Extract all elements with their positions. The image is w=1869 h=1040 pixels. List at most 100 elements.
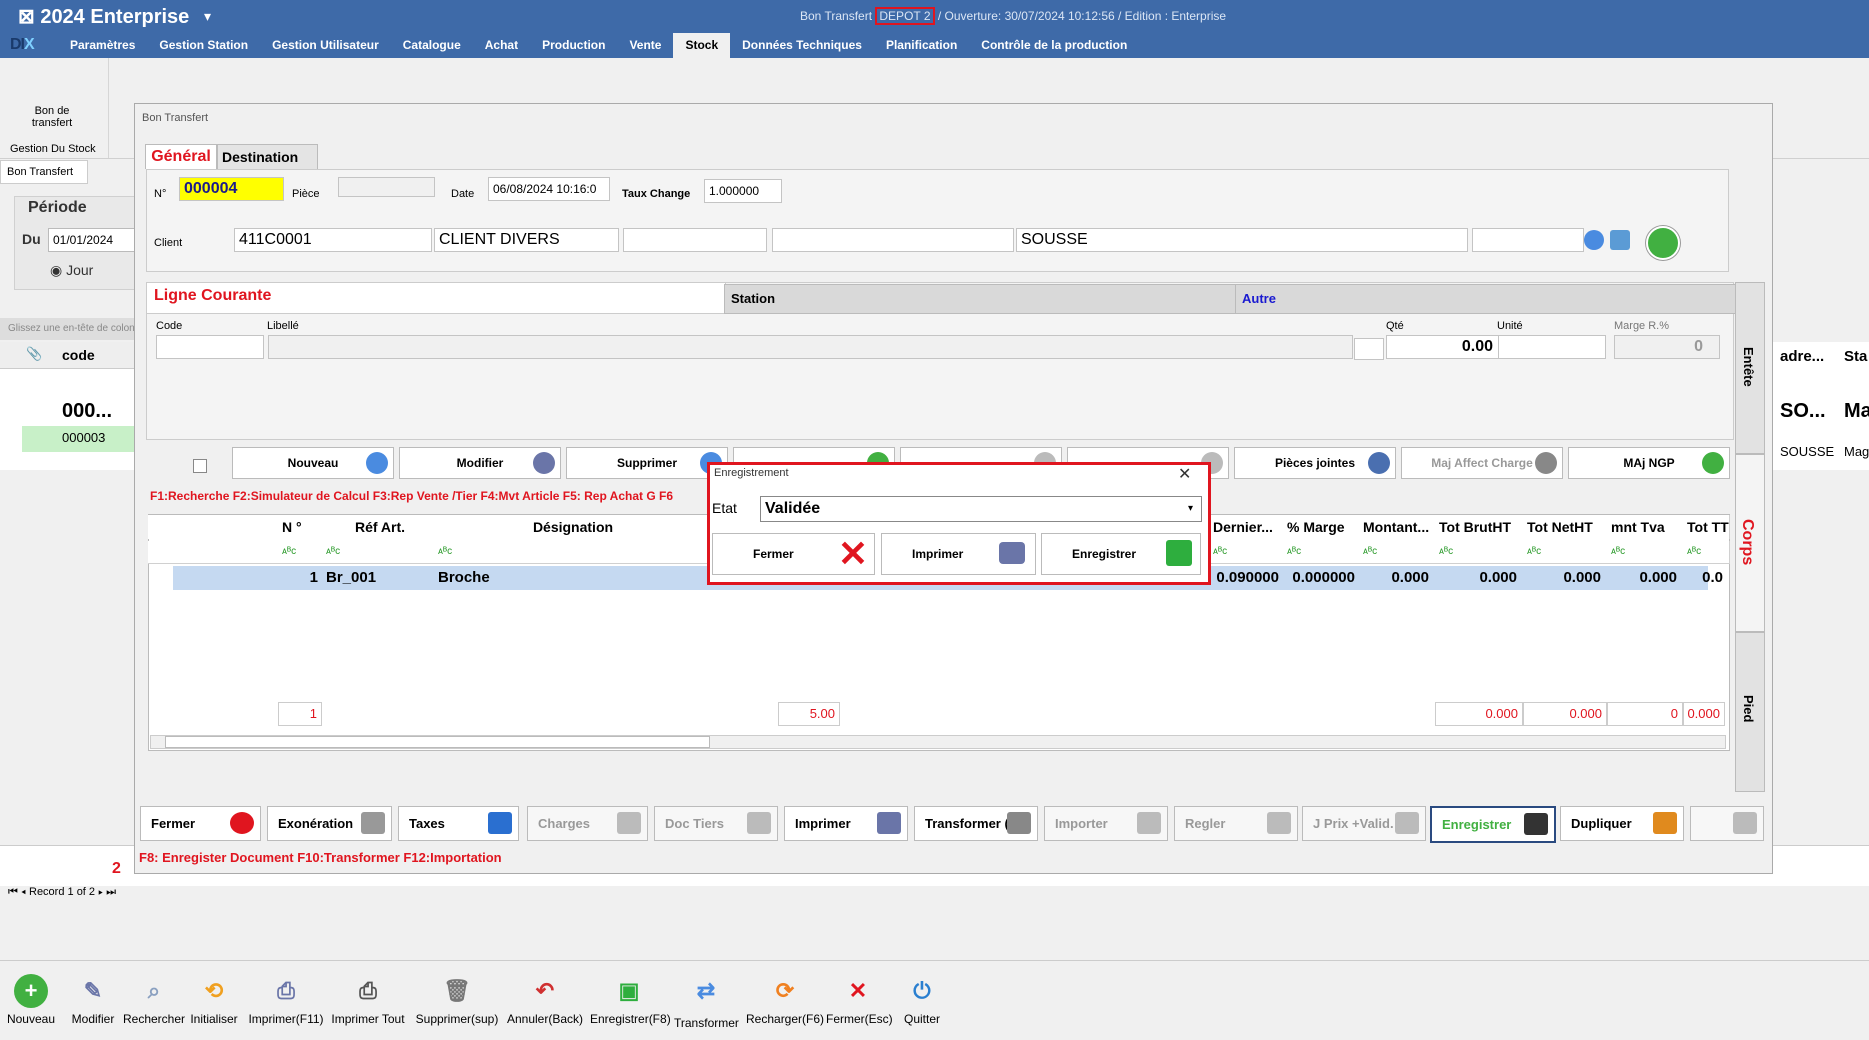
marge-input[interactable]: 0 [1614,335,1720,359]
grid-col-tot-ttc[interactable]: Tot TTC [1683,515,1730,539]
modal-imprimer-button[interactable]: Imprimer [881,533,1036,575]
dialog-button-8[interactable]: Regler [1174,806,1298,841]
menu-item-10[interactable]: Contrôle de la production [969,33,1139,58]
dialog-button-10[interactable]: Enregistrer [1430,806,1556,843]
client-extra-field[interactable] [623,228,767,252]
grid-col-dernier[interactable]: Dernier... [1209,515,1284,539]
client-city-field[interactable]: SOUSSE [1016,228,1468,252]
toolbar-button-1[interactable]: ✎ Modifier [63,974,123,1026]
grid-filter-cell[interactable]: ᴀᴮc [1283,541,1360,564]
side-tab-corps[interactable]: Corps [1735,454,1765,632]
menu-item-4[interactable]: Achat [473,33,530,58]
modal-enregistrer-button[interactable]: Enregistrer [1041,533,1201,575]
toolbar-button-5[interactable]: ⎙ Imprimer Tout [328,974,408,1026]
grid-filter-cell[interactable]: ᴀᴮc [278,541,323,564]
etat-select[interactable]: Validée [760,496,1202,522]
grid-col-num[interactable]: N ° [278,515,323,539]
grid-filter-cell[interactable]: ᴀᴮc [322,541,435,564]
add-client-icon[interactable] [1584,230,1604,250]
validate-check-icon[interactable] [1646,226,1680,260]
client-dropdown[interactable] [772,228,1014,252]
grid-filter-cell[interactable]: ᴀᴮc [1209,541,1284,564]
bon-transfert-ribbon-button[interactable]: Bon de transfert [20,105,84,129]
date-field[interactable]: 06/08/2024 10:16:0 [488,177,610,201]
side-tab-entete[interactable]: Entête [1735,282,1765,454]
menu-item-9[interactable]: Planification [874,33,969,58]
unite-select[interactable] [1498,335,1606,359]
toolbar-button-6[interactable]: 🗑 Supprimer(sup) [414,974,500,1026]
du-date-input[interactable]: 01/01/2024 [48,228,144,252]
tab-destination[interactable]: Destination [217,144,318,170]
menu-item-5[interactable]: Production [530,33,617,58]
tab-station[interactable]: Station [724,284,1242,314]
taux-change-field[interactable]: 1.000000 [704,179,782,203]
client-name-field[interactable]: CLIENT DIVERS [434,228,619,252]
dialog-button-1[interactable]: Exonération [267,806,392,841]
grid-col-ref[interactable]: Réf Art. [322,515,435,539]
dialog-button-6[interactable]: Transformer (F1 [914,806,1038,841]
action-button-7[interactable]: Maj Affect Charge [1401,447,1563,479]
toolbar-button-0[interactable]: + Nouveau [4,974,58,1026]
tab-autre[interactable]: Autre [1235,284,1736,314]
toolbar-button-3[interactable]: ⟲ Initialiser [188,974,240,1026]
dialog-button-2[interactable]: Taxes [398,806,519,841]
grid-col-mnt-tva[interactable]: mnt Tva [1607,515,1684,539]
dialog-button-7[interactable]: Importer [1044,806,1168,841]
modal-fermer-button[interactable]: Fermer ✕ [712,533,875,575]
grid-col-tot-net[interactable]: Tot NetHT [1523,515,1608,539]
menu-item-8[interactable]: Données Techniques [730,33,874,58]
jour-radio[interactable]: ◉ Jour [50,262,93,279]
select-all-checkbox[interactable] [193,459,207,473]
menu-item-2[interactable]: Gestion Utilisateur [260,33,391,58]
bg-row-1-code[interactable]: 000... [62,400,112,423]
libelle-input[interactable] [268,335,1353,359]
grid-filter-cell[interactable] [148,541,247,564]
record-navigator[interactable]: ⏮ ◂ Record 1 of 2 ▸ ⏭ [8,886,116,899]
action-button-8[interactable]: MAj NGP [1568,447,1730,479]
grid-col-montant[interactable]: Montant... [1359,515,1436,539]
action-button-0[interactable]: Nouveau [232,447,394,479]
num-field[interactable]: 000004 [179,177,284,201]
scrollbar-thumb[interactable] [165,736,710,748]
dialog-button-12[interactable] [1690,806,1764,841]
grid-filter-cell[interactable]: ᴀᴮc [1607,541,1684,564]
toolbar-button-9[interactable]: ⇄ Transformer [674,974,739,1030]
dialog-button-11[interactable]: Dupliquer [1560,806,1684,841]
menu-item-7[interactable]: Stock [673,33,731,58]
refresh-client-icon[interactable] [1610,230,1630,250]
qte-input[interactable]: 0.00 [1386,335,1508,359]
menu-item-1[interactable]: Gestion Station [147,33,260,58]
toolbar-button-12[interactable]: ⏻ Quitter [900,974,944,1026]
grid-col-designation[interactable]: Désignation [434,515,709,539]
bg-col-station[interactable]: Sta [1844,348,1867,365]
nav-first-icon[interactable]: ⏮ ◂ [8,886,29,898]
toolbar-button-7[interactable]: ↶ Annuler(Back) [506,974,584,1026]
piece-field[interactable] [338,177,435,197]
client-extra-field-2[interactable] [1472,228,1584,252]
dialog-button-3[interactable]: Charges [527,806,648,841]
grid-filter-cell[interactable]: ᴀᴮc [1523,541,1608,564]
dialog-button-4[interactable]: Doc Tiers [654,806,778,841]
toolbar-button-8[interactable]: ▣ Enregistrer(F8) [590,974,671,1026]
app-menu-caret-icon[interactable]: ▾ [204,8,211,25]
toolbar-button-4[interactable]: ⎙ Imprimer(F11) [246,974,326,1026]
toolbar-button-2[interactable]: ⌕ Rechercher [122,974,186,1026]
code-input[interactable] [156,335,264,359]
menu-item-6[interactable]: Vente [617,33,673,58]
grid-filter-cell[interactable]: ᴀᴮc [1359,541,1436,564]
action-button-2[interactable]: Supprimer [566,447,728,479]
dialog-button-0[interactable]: Fermer [140,806,261,841]
grid-col-tot-brut[interactable]: Tot BrutHT [1435,515,1524,539]
grid-filter-cell[interactable]: ᴀᴮc [1683,541,1730,564]
document-tab-bon-transfert[interactable]: Bon Transfert [0,160,88,184]
tab-general[interactable]: Général [145,144,217,169]
dialog-button-9[interactable]: J Prix +Valid. E [1302,806,1426,841]
grid-filter-cell[interactable]: ᴀᴮc [434,541,709,564]
chevron-down-icon[interactable]: ▾ [1188,503,1193,514]
action-button-1[interactable]: Modifier [399,447,561,479]
menu-item-3[interactable]: Catalogue [391,33,473,58]
nav-next-icon[interactable]: ▸ ⏭ [95,886,116,898]
client-code-field[interactable]: 411C0001 [234,228,432,252]
grid-filter-cell[interactable]: ᴀᴮc [1435,541,1524,564]
toolbar-button-10[interactable]: ⟳ Recharger(F6) [746,974,824,1026]
